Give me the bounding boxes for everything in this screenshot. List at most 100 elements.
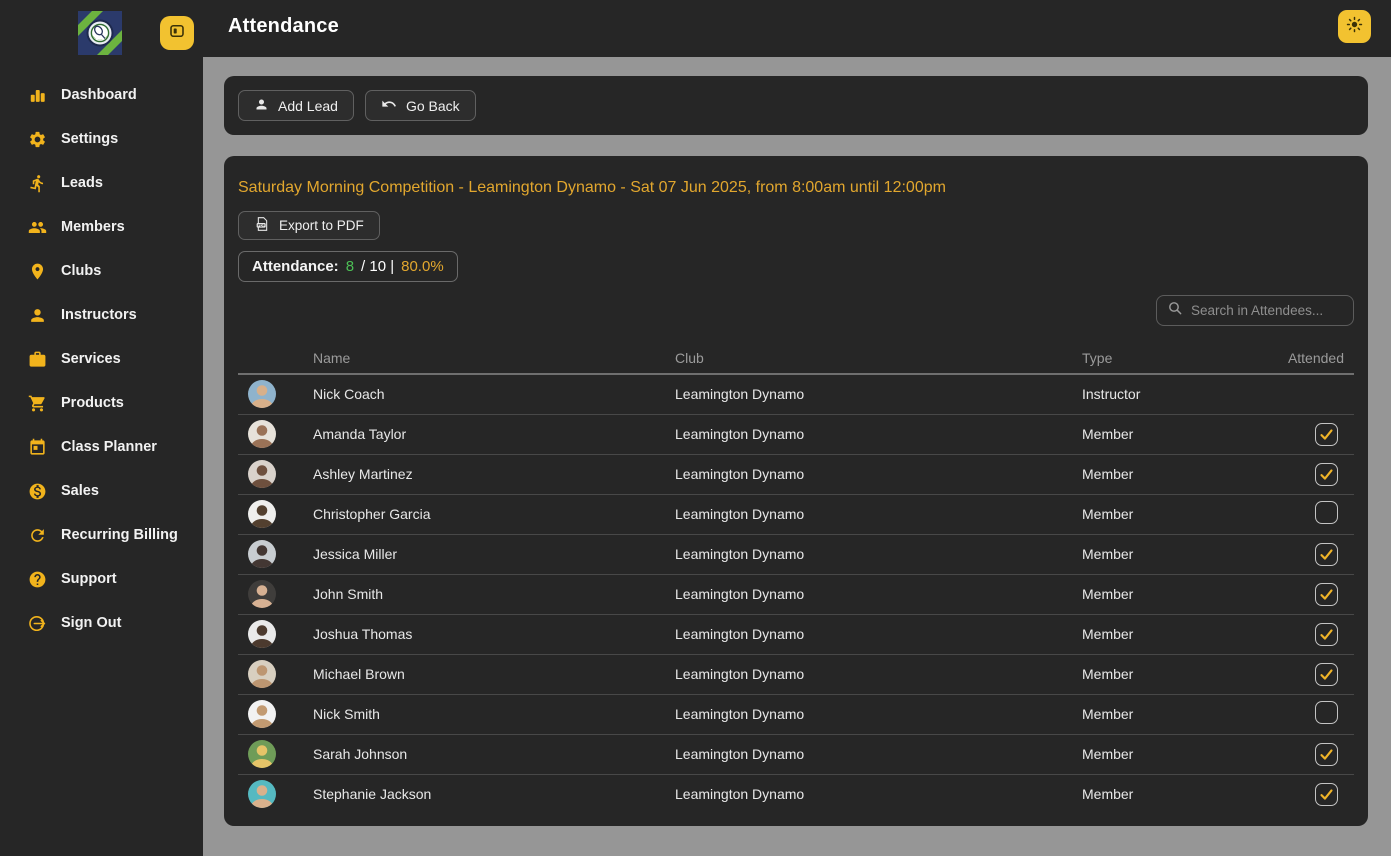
sidebar-toggle-button[interactable] — [160, 16, 194, 50]
attendance-percent: 80.0% — [401, 258, 444, 275]
search-input[interactable] — [1191, 303, 1343, 318]
avatar — [248, 500, 276, 528]
attended-checkbox[interactable] — [1315, 743, 1338, 766]
sidebar-item-label: Recurring Billing — [61, 527, 178, 543]
go-back-button[interactable]: Go Back — [365, 90, 476, 121]
add-lead-label: Add Lead — [278, 98, 338, 114]
sidebar-item-label: Services — [61, 351, 121, 367]
sidebar-item-members[interactable]: Members — [0, 205, 203, 249]
attended-checkbox[interactable] — [1315, 623, 1338, 646]
sidebar-item-dashboard[interactable]: Dashboard — [0, 73, 203, 117]
attended-checkbox[interactable] — [1315, 423, 1338, 446]
column-header-type: Type — [1082, 342, 1240, 374]
attended-checkbox[interactable] — [1315, 501, 1338, 524]
table-row: Ashley MartinezLeamington DynamoMember — [238, 454, 1354, 494]
avatar — [248, 540, 276, 568]
people-icon — [28, 218, 47, 237]
column-header-name: Name — [313, 342, 675, 374]
attendee-name: Stephanie Jackson — [313, 774, 675, 814]
sidebar: Dashboard Settings Leads Members Clubs Instru… — [0, 57, 203, 856]
attendee-type: Member — [1082, 734, 1240, 774]
attended-checkbox[interactable] — [1315, 701, 1338, 724]
avatar — [248, 420, 276, 448]
avatar — [248, 460, 276, 488]
attendee-type: Member — [1082, 454, 1240, 494]
sidebar-item-sales[interactable]: Sales — [0, 469, 203, 513]
sidebar-item-label: Products — [61, 395, 124, 411]
undo-icon — [381, 96, 397, 115]
table-row: Joshua ThomasLeamington DynamoMember — [238, 614, 1354, 654]
svg-text:PDF: PDF — [258, 224, 266, 228]
table-row: Christopher GarciaLeamington DynamoMembe… — [238, 494, 1354, 534]
sidebar-item-instructors[interactable]: Instructors — [0, 293, 203, 337]
pdf-file-icon: PDF — [254, 216, 270, 235]
sidebar-item-settings[interactable]: Settings — [0, 117, 203, 161]
sidebar-item-recurring-billing[interactable]: Recurring Billing — [0, 513, 203, 557]
search-icon — [1167, 300, 1183, 321]
attendee-name: Jessica Miller — [313, 534, 675, 574]
attendee-name: Ashley Martinez — [313, 454, 675, 494]
briefcase-icon — [28, 350, 47, 369]
sidebar-item-leads[interactable]: Leads — [0, 161, 203, 205]
attendee-club: Leamington Dynamo — [675, 574, 1082, 614]
action-toolbar: Add Lead Go Back — [224, 76, 1368, 135]
attendee-club: Leamington Dynamo — [675, 614, 1082, 654]
dollar-circle-icon — [28, 482, 47, 501]
go-back-label: Go Back — [406, 98, 460, 114]
sidebar-item-sign-out[interactable]: Sign Out — [0, 601, 203, 645]
attended-checkbox[interactable] — [1315, 783, 1338, 806]
column-header-attended: Attended — [1240, 342, 1354, 374]
attendance-summary-badge: Attendance: 8 / 10 | 80.0% — [238, 251, 458, 282]
sidebar-item-clubs[interactable]: Clubs — [0, 249, 203, 293]
attendee-club: Leamington Dynamo — [675, 534, 1082, 574]
page-title: Attendance — [228, 15, 339, 38]
attendee-name: Sarah Johnson — [313, 734, 675, 774]
table-row: Nick CoachLeamington DynamoInstructor — [238, 374, 1354, 414]
attended-checkbox[interactable] — [1315, 583, 1338, 606]
avatar — [248, 700, 276, 728]
attendance-total: / 10 | — [361, 258, 394, 275]
attended-checkbox[interactable] — [1315, 663, 1338, 686]
table-row: Sarah JohnsonLeamington DynamoMember — [238, 734, 1354, 774]
sidebar-item-support[interactable]: Support — [0, 557, 203, 601]
calendar-icon — [28, 438, 47, 457]
avatar — [248, 380, 276, 408]
table-header-row: NameClubTypeAttended — [238, 342, 1354, 374]
attendee-name: John Smith — [313, 574, 675, 614]
attendee-name: Nick Smith — [313, 694, 675, 734]
table-row: Stephanie JacksonLeamington DynamoMember — [238, 774, 1354, 814]
attended-checkbox[interactable] — [1315, 543, 1338, 566]
app-header: Attendance — [0, 0, 1391, 57]
attendees-table: NameClubTypeAttended Nick CoachLeamingto… — [238, 342, 1354, 814]
sidebar-item-label: Settings — [61, 131, 118, 147]
attendee-club: Leamington Dynamo — [675, 414, 1082, 454]
attendee-name: Michael Brown — [313, 654, 675, 694]
sidebar-item-label: Instructors — [61, 307, 137, 323]
sign-out-icon — [28, 614, 47, 633]
avatar — [248, 660, 276, 688]
sidebar-item-label: Members — [61, 219, 125, 235]
sidebar-item-label: Class Planner — [61, 439, 157, 455]
sidebar-item-products[interactable]: Products — [0, 381, 203, 425]
theme-toggle-button[interactable] — [1338, 10, 1371, 43]
bar-chart-icon — [28, 86, 47, 105]
attendance-panel: Saturday Morning Competition - Leamingto… — [224, 156, 1368, 826]
table-row: Amanda TaylorLeamington DynamoMember — [238, 414, 1354, 454]
attendee-type: Member — [1082, 574, 1240, 614]
map-pin-icon — [28, 262, 47, 281]
attendee-type: Member — [1082, 614, 1240, 654]
table-row: John SmithLeamington DynamoMember — [238, 574, 1354, 614]
attendee-club: Leamington Dynamo — [675, 454, 1082, 494]
avatar — [248, 620, 276, 648]
sidebar-nav: Dashboard Settings Leads Members Clubs Instru… — [0, 57, 203, 645]
sidebar-item-class-planner[interactable]: Class Planner — [0, 425, 203, 469]
attendance-count: 8 — [346, 258, 354, 275]
attendee-name: Nick Coach — [313, 374, 675, 414]
export-pdf-button[interactable]: PDF Export to PDF — [238, 211, 380, 240]
question-circle-icon — [28, 570, 47, 589]
add-lead-button[interactable]: Add Lead — [238, 90, 354, 121]
gear-icon — [28, 130, 47, 149]
column-header-avatar — [238, 342, 313, 374]
sidebar-item-services[interactable]: Services — [0, 337, 203, 381]
attended-checkbox[interactable] — [1315, 463, 1338, 486]
